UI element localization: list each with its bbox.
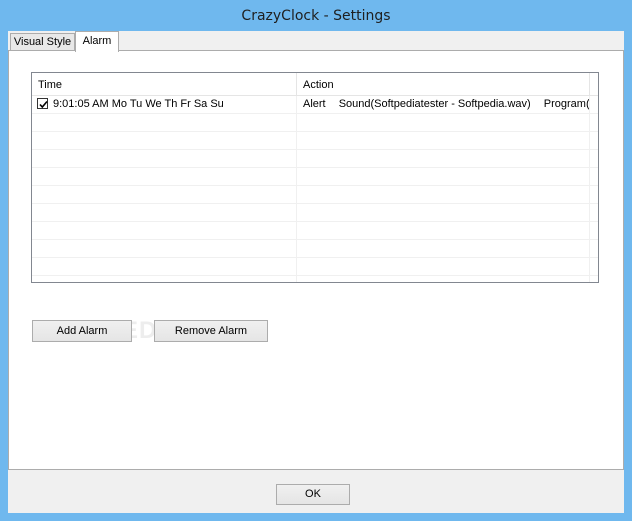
tab-visual-style[interactable]: Visual Style xyxy=(10,33,75,51)
empty-row xyxy=(32,150,598,168)
alarm-tab-panel: Time Action 9:01:05 AM Mo Tu We Th Fr Sa… xyxy=(8,50,624,470)
alarm-row[interactable]: 9:01:05 AM Mo Tu We Th Fr Sa Su Alert So… xyxy=(32,96,598,114)
alarm-action-program: Program(... xyxy=(543,98,590,110)
empty-row xyxy=(32,114,598,132)
alarm-action-cell: Alert Sound(Softpediatester - Softpedia.… xyxy=(297,96,590,113)
tab-strip: Visual Style Alarm xyxy=(8,31,624,52)
empty-row xyxy=(32,240,598,258)
alarm-action-sound: Sound(Softpediatester - Softpedia.wav) xyxy=(338,98,531,110)
remove-alarm-button[interactable]: Remove Alarm xyxy=(154,320,268,342)
add-alarm-button[interactable]: Add Alarm xyxy=(32,320,132,342)
tab-alarm[interactable]: Alarm xyxy=(75,31,119,52)
alarm-action-alert: Alert xyxy=(303,98,326,110)
column-header-action[interactable]: Action xyxy=(297,73,590,95)
alarm-list-rows: 9:01:05 AM Mo Tu We Th Fr Sa Su Alert So… xyxy=(32,96,598,282)
empty-row xyxy=(32,258,598,276)
alarm-list-header: Time Action xyxy=(32,73,598,96)
checkmark-icon xyxy=(39,100,48,109)
column-header-time[interactable]: Time xyxy=(32,73,297,95)
window-client-area: Visual Style Alarm Time Action 9:01:05 A… xyxy=(8,31,624,513)
empty-row xyxy=(32,276,598,282)
window-title: CrazyClock - Settings xyxy=(241,8,391,24)
alarm-enabled-checkbox[interactable] xyxy=(37,98,48,109)
ok-button[interactable]: OK xyxy=(276,484,350,505)
empty-row xyxy=(32,204,598,222)
alarm-time-cell: 9:01:05 AM Mo Tu We Th Fr Sa Su xyxy=(32,96,297,113)
empty-row xyxy=(32,168,598,186)
dialog-button-bar: OK xyxy=(8,471,624,513)
empty-row xyxy=(32,186,598,204)
empty-row xyxy=(32,222,598,240)
settings-window: CrazyClock - Settings Visual Style Alarm… xyxy=(0,0,632,521)
empty-row xyxy=(32,132,598,150)
alarm-list[interactable]: Time Action 9:01:05 AM Mo Tu We Th Fr Sa… xyxy=(31,72,599,283)
alarm-time-text: 9:01:05 AM Mo Tu We Th Fr Sa Su xyxy=(53,98,224,110)
